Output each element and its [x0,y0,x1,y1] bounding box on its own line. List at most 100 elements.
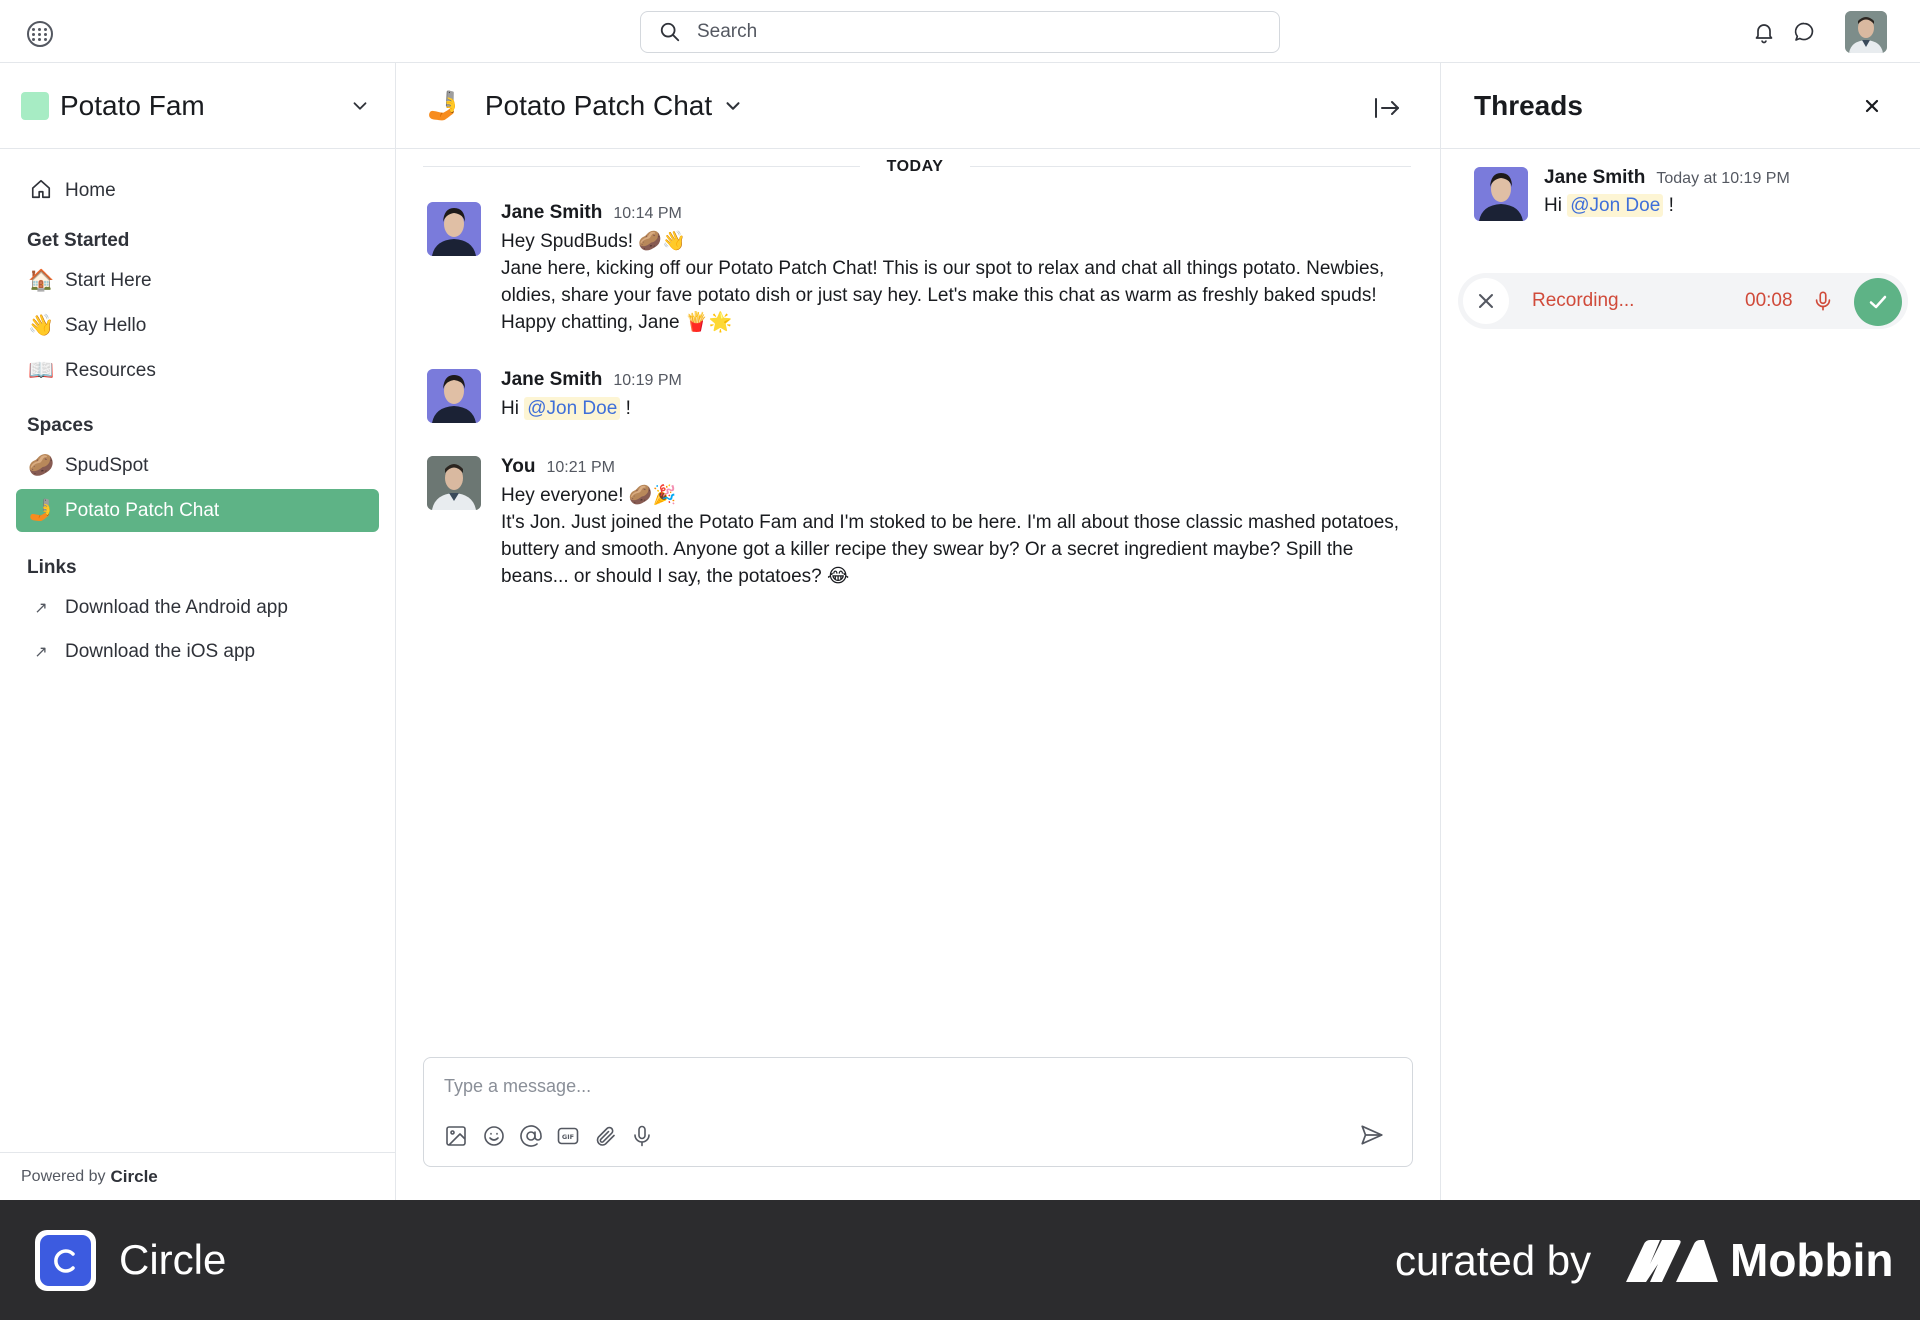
emoji-icon[interactable] [482,1124,506,1148]
message-text-suffix: ! [1663,195,1674,216]
potato-emoji-icon: 🥔 [28,454,55,477]
message-text-line: Hi @Jon Doe ! [501,395,1417,422]
date-divider-label: TODAY [860,158,970,176]
sidebar: Potato Fam Home Get Started 🏠 Start Here… [0,63,396,1200]
sidebar-nav: Home Get Started 🏠 Start Here 👋 Say Hell… [0,169,395,674]
section-title-get-started[interactable]: Get Started [16,230,379,252]
section-title-spaces[interactable]: Spaces [16,415,379,437]
avatar[interactable] [427,202,481,256]
link-label: Download the Android app [65,597,288,618]
community-header[interactable]: Potato Fam [0,63,395,149]
user-avatar[interactable] [1845,11,1887,53]
message-text-prefix: Hi [501,398,525,419]
sidebar-item-resources[interactable]: 📖 Resources [16,349,379,392]
message-time: Today at 10:19 PM [1656,170,1790,187]
chat-header: 🤳 Potato Patch Chat [396,63,1440,149]
sidebar-item-spudspot[interactable]: 🥔 SpudSpot [16,444,379,487]
threads-header: Threads [1441,63,1920,149]
message-item[interactable]: Jane Smith 10:19 PM Hi @Jon Doe ! [427,369,1417,423]
sidebar-item-label: Start Here [65,269,152,291]
message-author[interactable]: Jane Smith [501,369,602,391]
message-item[interactable]: Jane Smith 10:14 PM Hey SpudBuds! 🥔👋 Jan… [427,202,1417,336]
threads-panel: Threads Jane Smith Today at 10:19 PM Hi … [1440,63,1920,1200]
community-name: Potato Fam [60,89,205,121]
thread-message[interactable]: Jane Smith Today at 10:19 PM Hi @Jon Doe… [1474,167,1894,221]
mention-link[interactable]: @Jon Doe [524,397,621,420]
message-time: 10:21 PM [546,459,615,476]
circle-logo [35,1230,96,1291]
community-logo [21,91,49,120]
chevron-down-icon[interactable] [349,95,371,117]
sidebar-item-label: Resources [65,359,156,381]
sidebar-item-start-here[interactable]: 🏠 Start Here [16,259,379,302]
bell-icon[interactable] [1752,20,1776,44]
powered-by[interactable]: Powered by Circle [0,1152,395,1200]
collapse-panel-icon[interactable] [1372,95,1402,121]
app-name: Circle [119,1236,227,1283]
paperclip-icon[interactable] [593,1124,617,1148]
message-text-line: Hi @Jon Doe ! [1544,192,1894,219]
house-emoji-icon: 🏠 [28,269,55,292]
mobbin-logo-icon [1626,1240,1718,1282]
close-icon [1479,294,1493,308]
message-text-suffix: ! [620,398,631,419]
footer-banner: Circle curated by Mobbin [0,1200,1920,1320]
circle-c-icon [53,1248,75,1273]
microphone-icon[interactable] [630,1124,654,1148]
sidebar-item-label: Potato Patch Chat [65,499,220,521]
sidebar-item-say-hello[interactable]: 👋 Say Hello [16,304,379,347]
voice-recorder: Recording... 00:08 [1458,273,1908,329]
recording-label: Recording... [1532,290,1635,311]
sidebar-item-label: Home [65,179,116,201]
microphone-icon [1815,291,1831,311]
selfie-emoji-icon: 🤳 [28,499,55,522]
mention-link[interactable]: @Jon Doe [1567,194,1664,217]
image-icon[interactable] [444,1124,468,1148]
chat-bubble-icon[interactable] [1792,20,1816,44]
message-item[interactable]: You 10:21 PM Hey everyone! 🥔🎉 It's Jon. … [427,456,1417,590]
external-link-icon: ↗ [34,644,48,661]
link-android-app[interactable]: ↗ Download the Android app [16,586,379,630]
avatar[interactable] [427,369,481,423]
send-icon[interactable] [1359,1122,1385,1148]
message-composer: GIF [423,1057,1413,1167]
chat-title[interactable]: Potato Patch Chat [485,90,712,122]
selfie-emoji-icon: 🤳 [426,90,461,121]
chevron-down-icon[interactable] [722,95,744,117]
home-icon [28,178,54,204]
powered-by-text: Powered by [21,1167,106,1185]
book-emoji-icon: 📖 [28,359,55,382]
message-author[interactable]: You [501,456,535,478]
threads-title: Threads [1474,89,1583,121]
mention-icon[interactable] [519,1124,543,1148]
avatar[interactable] [427,456,481,510]
close-icon[interactable] [1862,96,1882,116]
message-text-body: It's Jon. Just joined the Potato Fam and… [501,512,1400,587]
link-ios-app[interactable]: ↗ Download the iOS app [16,630,379,674]
sidebar-item-potato-patch-chat[interactable]: 🤳 Potato Patch Chat [16,489,379,532]
external-link-icon: ↗ [34,600,48,617]
link-label: Download the iOS app [65,641,256,662]
message-time: 10:14 PM [613,205,682,222]
top-bar [0,0,1920,63]
message-text-line: Hey SpudBuds! 🥔👋 [501,231,686,252]
curated-by-text: curated by [1395,1237,1592,1284]
search-bar[interactable] [640,11,1280,53]
recording-timer: 00:08 [1745,290,1793,311]
sidebar-item-home[interactable]: Home [16,169,379,212]
message-author[interactable]: Jane Smith [501,202,602,224]
section-title-links[interactable]: Links [16,557,379,579]
powered-by-brand: Circle [110,1166,158,1186]
cancel-recording-button[interactable] [1463,278,1509,324]
avatar[interactable] [1474,167,1528,221]
message-time: 10:19 PM [613,372,682,389]
confirm-recording-button[interactable] [1854,278,1902,326]
community-switcher-icon[interactable] [27,21,53,47]
message-author[interactable]: Jane Smith [1544,167,1645,189]
message-text-prefix: Hi [1544,195,1568,216]
mobbin-wordmark: Mobbin [1730,1234,1894,1286]
search-input[interactable] [697,21,1257,43]
message-input[interactable] [444,1076,1344,1106]
sidebar-item-label: SpudSpot [65,454,149,476]
gif-icon[interactable]: GIF [556,1124,580,1148]
